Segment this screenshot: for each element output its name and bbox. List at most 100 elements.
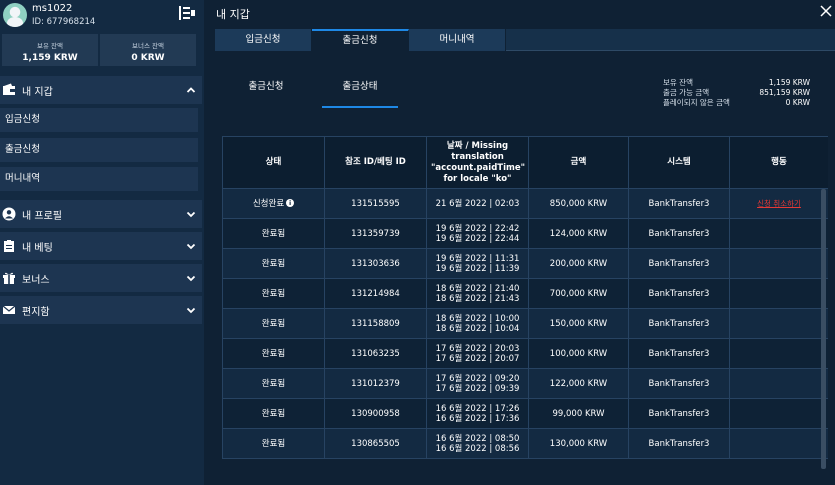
ref-id-cell: 131012379 [324,368,427,399]
subtab-withdraw-status[interactable]: 출금상태 [322,78,398,92]
balance-box: 보유 잔액 1,159 KRW [2,34,98,66]
date-paid: 17 6월 2022 | 20:07 [435,353,520,364]
date-paid: 18 6월 2022 | 10:04 [435,323,520,334]
system-cell: BankTransfer3 [628,338,730,369]
bonus-balance-value: 0 KRW [131,53,165,63]
envelope-icon [2,305,16,314]
amount-cell: 200,000 KRW [528,248,629,279]
subtab-withdraw-request[interactable]: 출금신청 [235,78,297,92]
page-title: 내 지갑 [216,8,250,21]
ref-id-cell: 131063235 [324,338,427,369]
tab-deposit[interactable]: 입금신청 [215,29,312,51]
amount-cell: 150,000 KRW [528,308,629,339]
info-icon[interactable]: i [286,199,295,207]
status-cell: 완료됨 [222,428,325,459]
ref-id-cell: 131359739 [324,218,427,249]
ref-id-cell: 130900958 [324,398,427,429]
status-cell: 완료됨 [222,218,325,249]
col-header-status[interactable]: 상태 [222,136,325,189]
cancel-request-link[interactable]: 신청 취소하기 [757,199,801,208]
col-header-date[interactable]: 날짜 / Missing translation "account.paidTi… [426,136,529,189]
action-cell [729,398,828,429]
avatar[interactable] [3,3,27,27]
col-header-amount[interactable]: 금액 [528,136,629,189]
summary-value: 1,159 KRW [768,78,810,87]
wallet-icon [3,83,15,95]
system-cell: BankTransfer3 [628,188,730,219]
sidebar: ms1022 ID: 677968214 보유 잔액 1,159 KRW 보너스… [0,0,204,485]
action-cell: 신청 취소하기 [729,188,828,219]
amount-cell: 122,000 KRW [528,368,629,399]
date-requested: 17 6월 2022 | 09:20 [435,373,520,384]
table-row: 완료됨 131158809 18 6월 2022 | 10:00 18 6월 20… [222,308,828,339]
date-paid: 16 6월 2022 | 08:56 [435,443,520,454]
sidebar-section-bonus[interactable]: 보너스 [0,264,202,292]
date-cell: 16 6월 2022 | 17:26 16 6월 2022 | 17:36 [426,398,529,429]
system-cell: BankTransfer3 [628,278,730,309]
date-cell: 17 6월 2022 | 09:20 17 6월 2022 | 09:39 [426,368,529,399]
sidebar-section-label: 내 지갑 [22,86,53,98]
action-cell [729,368,828,399]
status-cell: 완료됨 [222,338,325,369]
user-id: ID: 677968214 [32,17,96,27]
sidebar-section-inbox[interactable]: 편지함 [0,296,202,324]
date-requested: 17 6월 2022 | 20:03 [435,343,520,354]
table-row: 완료됨 131359739 19 6월 2022 | 22:42 19 6월 20… [222,218,828,249]
amount-cell: 99,000 KRW [528,398,629,429]
tab-withdraw[interactable]: 출금신청 [312,29,409,51]
sidebar-section-profile[interactable]: 내 프로필 [0,200,202,228]
sidebar-section-label: 편지함 [22,306,50,318]
col-header-system[interactable]: 시스템 [628,136,730,189]
sidebar-section-bets[interactable]: 내 베팅 [0,232,202,260]
sidebar-item-deposit[interactable]: 입금신청 [0,108,198,132]
sidebar-item-money-history[interactable]: 머니내역 [0,167,198,191]
tab-money-history[interactable]: 머니내역 [409,29,506,51]
summary-values: 1,159 KRW 851,159 KRW 0 KRW [720,78,810,108]
wallet-toggle-icon[interactable] [178,4,196,22]
table-row: 신청완료 i 131515595 21 6월 2022 | 02:03 850,0… [222,188,828,219]
amount-cell: 700,000 KRW [528,278,629,309]
table-row: 완료됨 131303636 19 6월 2022 | 11:31 19 6월 20… [222,248,828,279]
date-requested: 21 6월 2022 | 02:03 [435,198,520,209]
summary-value: 0 KRW [785,98,810,107]
table-row: 완료됨 131063235 17 6월 2022 | 20:03 17 6월 20… [222,338,828,369]
ref-id-cell: 131303636 [324,248,427,279]
status-cell: 신청완료 i [222,188,325,219]
gift-icon [3,272,15,284]
date-cell: 18 6월 2022 | 21:40 18 6월 2022 | 21:43 [426,278,529,309]
sidebar-section-label: 보너스 [22,274,50,286]
date-requested: 16 6월 2022 | 17:26 [435,403,520,414]
tab-bar: 입금신청 출금신청 머니내역 [215,29,835,51]
balance-value: 1,159 KRW [22,53,78,63]
user-icon [2,207,16,221]
withdraw-status-table: 상태 참조 ID/베팅 ID 날짜 / Missing translation … [222,136,828,485]
date-requested: 19 6월 2022 | 22:42 [435,223,520,234]
date-requested: 18 6월 2022 | 21:40 [435,283,520,294]
action-cell [729,338,828,369]
action-cell [729,278,828,309]
status-cell: 완료됨 [222,398,325,429]
date-cell: 19 6월 2022 | 11:31 19 6월 2022 | 11:39 [426,248,529,279]
summary-value: 851,159 KRW [759,88,810,97]
sidebar-section-wallet[interactable]: 내 지갑 [0,76,202,104]
table-header-row: 상태 참조 ID/베팅 ID 날짜 / Missing translation … [222,136,828,189]
user-header: ms1022 ID: 677968214 [0,0,204,34]
bonus-balance-label: 보너스 잔액 [132,42,164,50]
bonus-balance-box: 보너스 잔액 0 KRW [100,34,196,66]
active-subtab-indicator [322,106,398,108]
action-cell [729,248,828,279]
col-header-ref-id[interactable]: 참조 ID/베팅 ID [324,136,427,189]
system-cell: BankTransfer3 [628,248,730,279]
action-cell [729,308,828,339]
close-icon[interactable] [820,5,832,17]
date-cell: 18 6월 2022 | 10:00 18 6월 2022 | 10:04 [426,308,529,339]
chevron-up-icon [186,87,196,93]
date-requested: 16 6월 2022 | 08:50 [435,433,520,444]
date-requested: 18 6월 2022 | 10:00 [435,313,520,324]
date-cell: 17 6월 2022 | 20:03 17 6월 2022 | 20:07 [426,338,529,369]
date-paid: 19 6월 2022 | 11:39 [435,263,520,274]
table-scrollbar[interactable] [821,189,826,469]
ref-id-cell: 130865505 [324,428,427,459]
col-header-action[interactable]: 행동 [729,136,828,189]
sidebar-item-withdraw[interactable]: 출금신청 [0,138,198,162]
